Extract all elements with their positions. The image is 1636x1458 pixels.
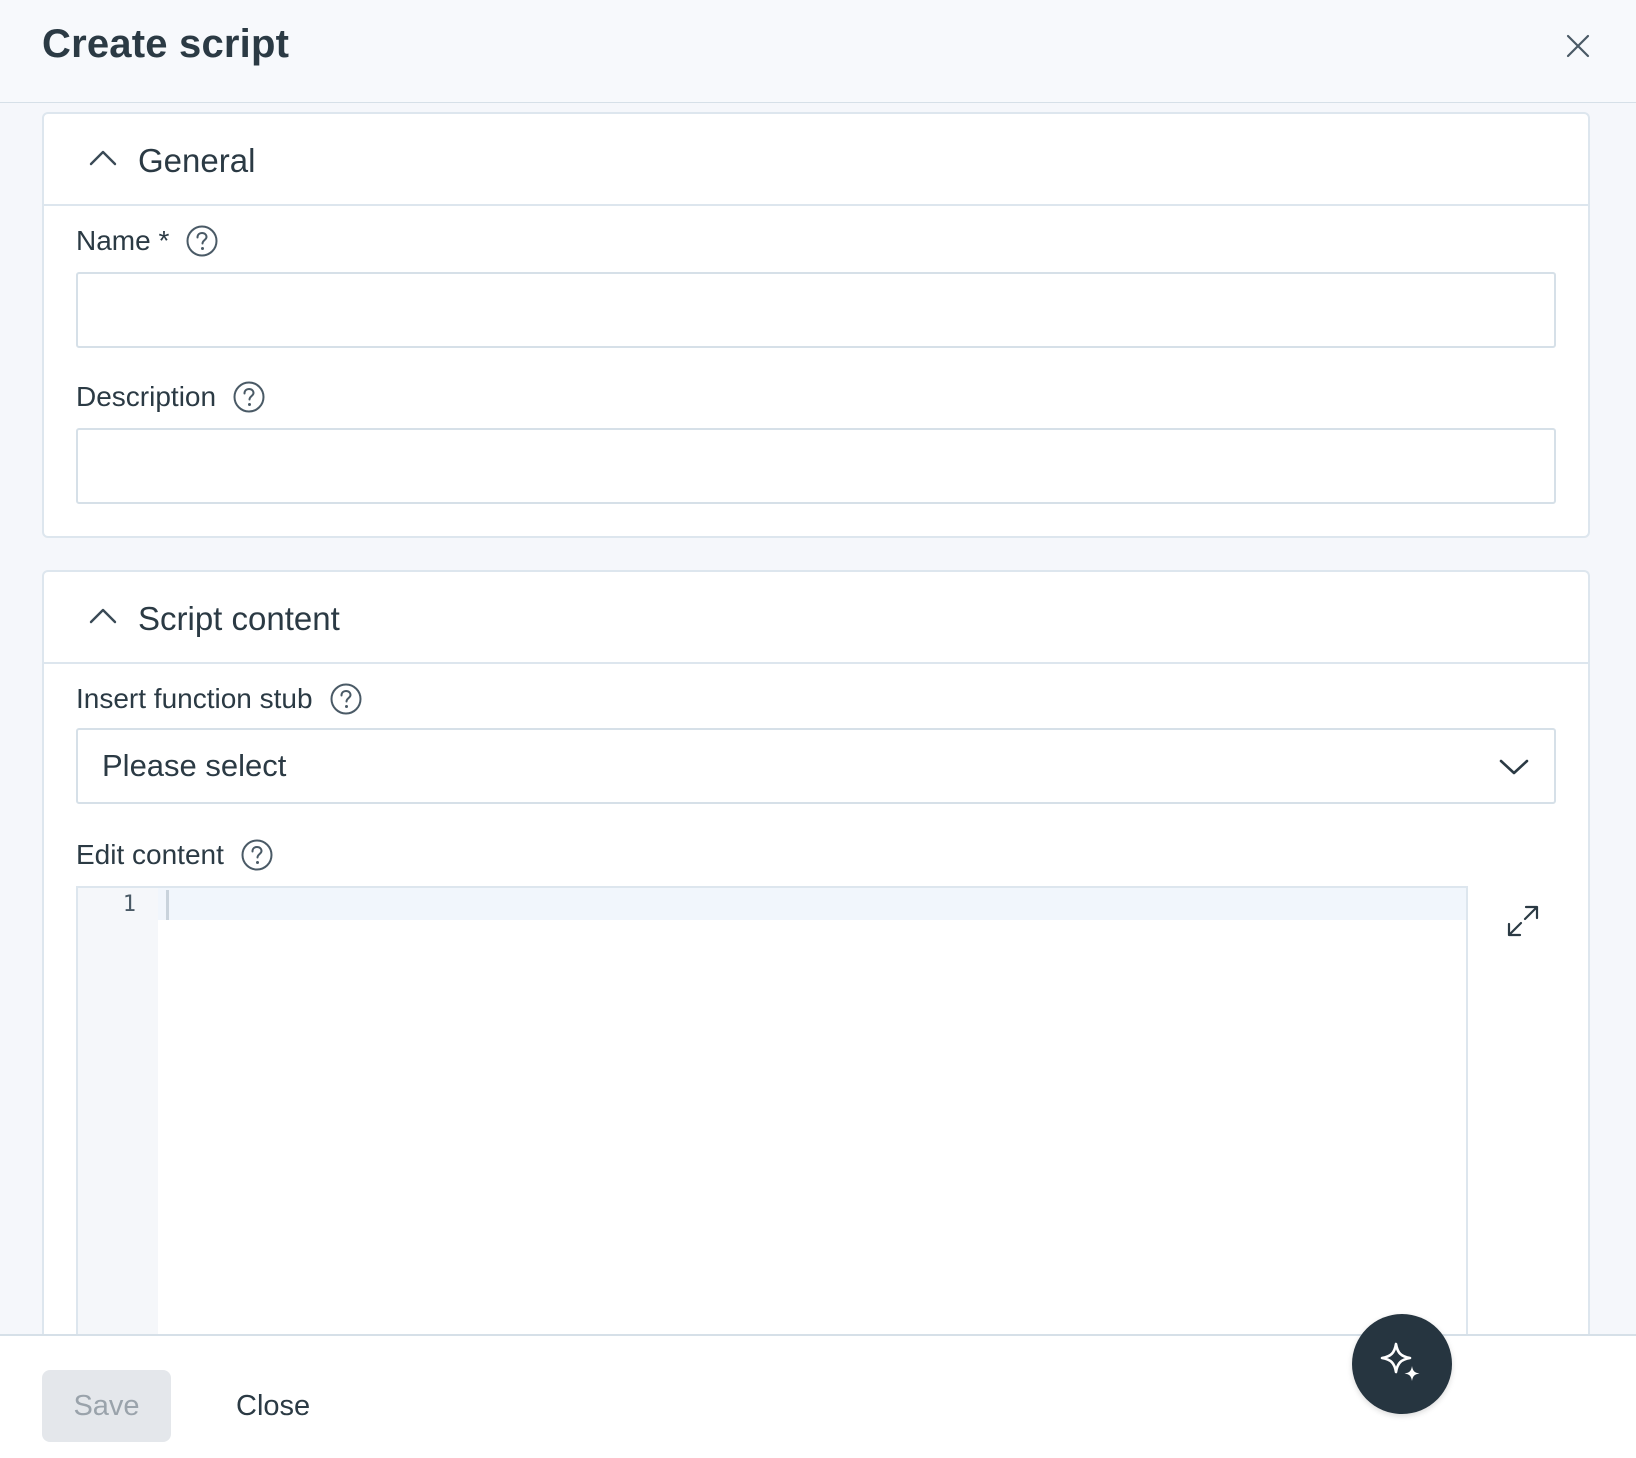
name-label: Name *	[76, 225, 170, 256]
name-label-group: Name *	[76, 224, 219, 258]
function-stub-selected: Please select	[102, 748, 287, 783]
function-stub-select[interactable]: Please select	[76, 728, 1556, 804]
line-number: 1	[122, 892, 136, 917]
stub-label: Insert function stub	[76, 683, 313, 714]
stub-label-group: Insert function stub	[76, 682, 363, 716]
help-icon[interactable]	[232, 380, 266, 414]
help-icon[interactable]	[329, 682, 363, 716]
create-script-dialog: Create script General Name * Description…	[0, 0, 1636, 1458]
close-icon[interactable]	[1562, 30, 1594, 62]
description-label: Description	[76, 381, 217, 412]
expand-icon[interactable]	[1504, 902, 1542, 940]
edit-content-label-group: Edit content	[76, 838, 274, 872]
dialog-header: Create script	[0, 0, 1636, 103]
section-general: General Name * Description	[42, 112, 1590, 538]
chevron-down-icon	[1499, 759, 1529, 775]
section-script-content-header[interactable]: Script content	[44, 572, 1588, 664]
sparkle-icon	[1380, 1342, 1420, 1381]
edit-content-label: Edit content	[76, 839, 224, 870]
help-icon[interactable]	[240, 838, 274, 872]
line-gutter: 1	[78, 888, 158, 1334]
close-button[interactable]: Close	[222, 1370, 324, 1442]
description-label-group: Description	[76, 380, 266, 414]
code-editor[interactable]: 1	[76, 886, 1468, 1334]
description-input[interactable]	[76, 428, 1556, 504]
dialog-title: Create script	[42, 22, 290, 66]
section-script-content: Script content Insert function stub Plea…	[42, 570, 1590, 1334]
section-general-header[interactable]: General	[44, 114, 1588, 206]
dialog-body: General Name * Description Script conten…	[0, 104, 1636, 1334]
assistant-button[interactable]	[1352, 1314, 1452, 1414]
chevron-up-icon	[89, 608, 117, 624]
editor-cursor	[166, 890, 169, 920]
help-icon[interactable]	[185, 224, 219, 258]
name-input[interactable]	[76, 272, 1556, 348]
section-script-content-title: Script content	[138, 600, 340, 637]
chevron-up-icon	[89, 150, 117, 166]
active-line	[158, 888, 1466, 920]
save-button[interactable]: Save	[42, 1370, 171, 1442]
section-general-title: General	[138, 142, 256, 179]
